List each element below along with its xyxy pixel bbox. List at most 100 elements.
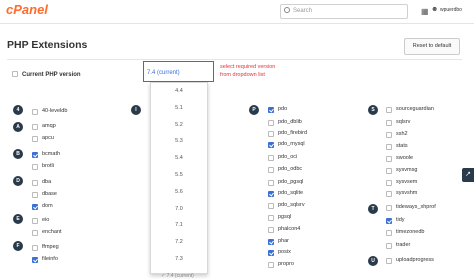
- extension-checkbox[interactable]: [268, 180, 274, 186]
- extension-checkbox[interactable]: [268, 239, 274, 245]
- extension-label: pdo_odbc: [278, 166, 303, 172]
- extension-label: sqlsrv: [396, 119, 411, 125]
- letter-badge: E: [13, 214, 23, 224]
- extension-label: sysvsem: [396, 179, 418, 185]
- extension-label: dba: [42, 179, 52, 185]
- extension-label: tidy: [396, 217, 405, 223]
- extension-label: brotli: [42, 163, 54, 169]
- dropdown-option[interactable]: 5.6: [151, 189, 207, 195]
- extension-checkbox[interactable]: [32, 180, 38, 186]
- extension-label: eio: [42, 217, 50, 223]
- chart-icon[interactable]: ↗: [462, 168, 474, 182]
- extension-checkbox[interactable]: [386, 205, 392, 211]
- page-title: PHP Extensions: [7, 39, 88, 51]
- extension-checkbox[interactable]: [32, 164, 38, 170]
- current-version-label: Current PHP version: [22, 72, 81, 78]
- reset-default-button[interactable]: Reset to default: [404, 38, 460, 55]
- extension-checkbox[interactable]: [386, 191, 392, 197]
- extension-checkbox[interactable]: [386, 180, 392, 186]
- extension-checkbox[interactable]: [32, 245, 38, 251]
- extension-checkbox[interactable]: [32, 124, 38, 130]
- current-version-checkbox[interactable]: [12, 71, 18, 77]
- extension-label: tideways_xhprof: [396, 204, 436, 210]
- extension-label: trader: [396, 242, 411, 248]
- extension-label: 40-leveldb: [42, 108, 68, 114]
- extension-checkbox[interactable]: [268, 120, 274, 126]
- extension-checkbox[interactable]: [386, 258, 392, 264]
- letter-badge: B: [13, 149, 23, 159]
- extension-checkbox[interactable]: [268, 250, 274, 256]
- dropdown-option[interactable]: 7.1: [151, 222, 207, 228]
- extension-label: dom: [42, 203, 53, 209]
- extension-checkbox[interactable]: [268, 107, 274, 113]
- extension-checkbox[interactable]: [386, 230, 392, 236]
- dropdown-option[interactable]: 4.4: [151, 88, 207, 94]
- extension-checkbox[interactable]: [32, 136, 38, 142]
- dropdown-option[interactable]: 7.2: [151, 239, 207, 245]
- extension-label: posix: [278, 249, 291, 255]
- letter-badge: P: [249, 105, 259, 115]
- dropdown-option[interactable]: 5.4: [151, 155, 207, 161]
- extension-label: enchant: [42, 229, 62, 235]
- version-dropdown-list[interactable]: 4.4 5.1 5.2 5.3 5.4 5.5 5.6 7.0 7.1 7.2 7.3 ✓ 7.4 (…: [150, 82, 208, 279]
- extension-checkbox[interactable]: [268, 191, 274, 197]
- extension-checkbox[interactable]: [386, 243, 392, 249]
- extension-label: timezonedb: [396, 229, 425, 235]
- letter-badge: A: [13, 122, 23, 132]
- extension-label: pdo_sqlite: [278, 190, 304, 196]
- dropdown-option[interactable]: 7.0: [151, 206, 207, 212]
- extension-label: phalcon4: [278, 226, 301, 232]
- extension-label: bcmath: [42, 151, 61, 157]
- extension-checkbox[interactable]: [32, 152, 38, 158]
- extension-checkbox[interactable]: [32, 109, 38, 115]
- extension-checkbox[interactable]: [268, 167, 274, 173]
- user-menu[interactable]: wpuerdbo: [440, 7, 462, 13]
- dropdown-option[interactable]: 7.3: [151, 256, 207, 262]
- extension-checkbox[interactable]: [32, 204, 38, 210]
- extension-checkbox[interactable]: [268, 142, 274, 148]
- letter-badge: U: [368, 256, 378, 266]
- dropdown-option[interactable]: 5.2: [151, 122, 207, 128]
- letter-badge: D: [13, 176, 23, 186]
- extension-checkbox[interactable]: [268, 155, 274, 161]
- extension-label: fileinfo: [42, 256, 58, 262]
- grid-icon[interactable]: ▦: [421, 7, 429, 16]
- dropdown-option[interactable]: 5.5: [151, 172, 207, 178]
- extension-checkbox[interactable]: [386, 144, 392, 150]
- extension-checkbox[interactable]: [386, 132, 392, 138]
- letter-badge: 4: [13, 105, 23, 115]
- user-icon[interactable]: ☻: [431, 6, 438, 13]
- annotation-line: select required version: [220, 64, 276, 70]
- extension-label: pdo_sqlsrv: [278, 202, 305, 208]
- extension-checkbox[interactable]: [32, 218, 38, 224]
- extension-checkbox[interactable]: [386, 218, 392, 224]
- letter-badge: T: [368, 204, 378, 214]
- dropdown-option[interactable]: 5.1: [151, 105, 207, 111]
- extension-checkbox[interactable]: [268, 262, 274, 268]
- letter-badge: I: [131, 105, 141, 115]
- extension-checkbox[interactable]: [32, 257, 38, 263]
- extension-label: sysvmsg: [396, 167, 418, 173]
- extension-checkbox[interactable]: [268, 227, 274, 233]
- extension-checkbox[interactable]: [386, 120, 392, 126]
- extension-checkbox[interactable]: [32, 192, 38, 198]
- extension-label: dbase: [42, 191, 57, 197]
- letter-badge: F: [13, 241, 23, 251]
- letter-badge: S: [368, 105, 378, 115]
- extension-checkbox[interactable]: [268, 203, 274, 209]
- extension-checkbox[interactable]: [268, 131, 274, 137]
- extension-label: propro: [278, 261, 294, 267]
- extension-checkbox[interactable]: [32, 230, 38, 236]
- search-input[interactable]: Search: [280, 4, 408, 19]
- cpanel-logo[interactable]: cPanel: [6, 2, 48, 17]
- extension-checkbox[interactable]: [386, 156, 392, 162]
- extension-label: pdo_pgsql: [278, 179, 304, 185]
- extension-checkbox[interactable]: [386, 168, 392, 174]
- extension-checkbox[interactable]: [386, 107, 392, 113]
- extension-label: ffmpeg: [42, 244, 59, 250]
- extension-label: pdo_oci: [278, 154, 298, 160]
- extension-label: pgsql: [278, 214, 292, 220]
- extension-checkbox[interactable]: [268, 215, 274, 221]
- dropdown-option[interactable]: ✓ 7.4 (current): [151, 273, 207, 279]
- dropdown-option[interactable]: 5.3: [151, 138, 207, 144]
